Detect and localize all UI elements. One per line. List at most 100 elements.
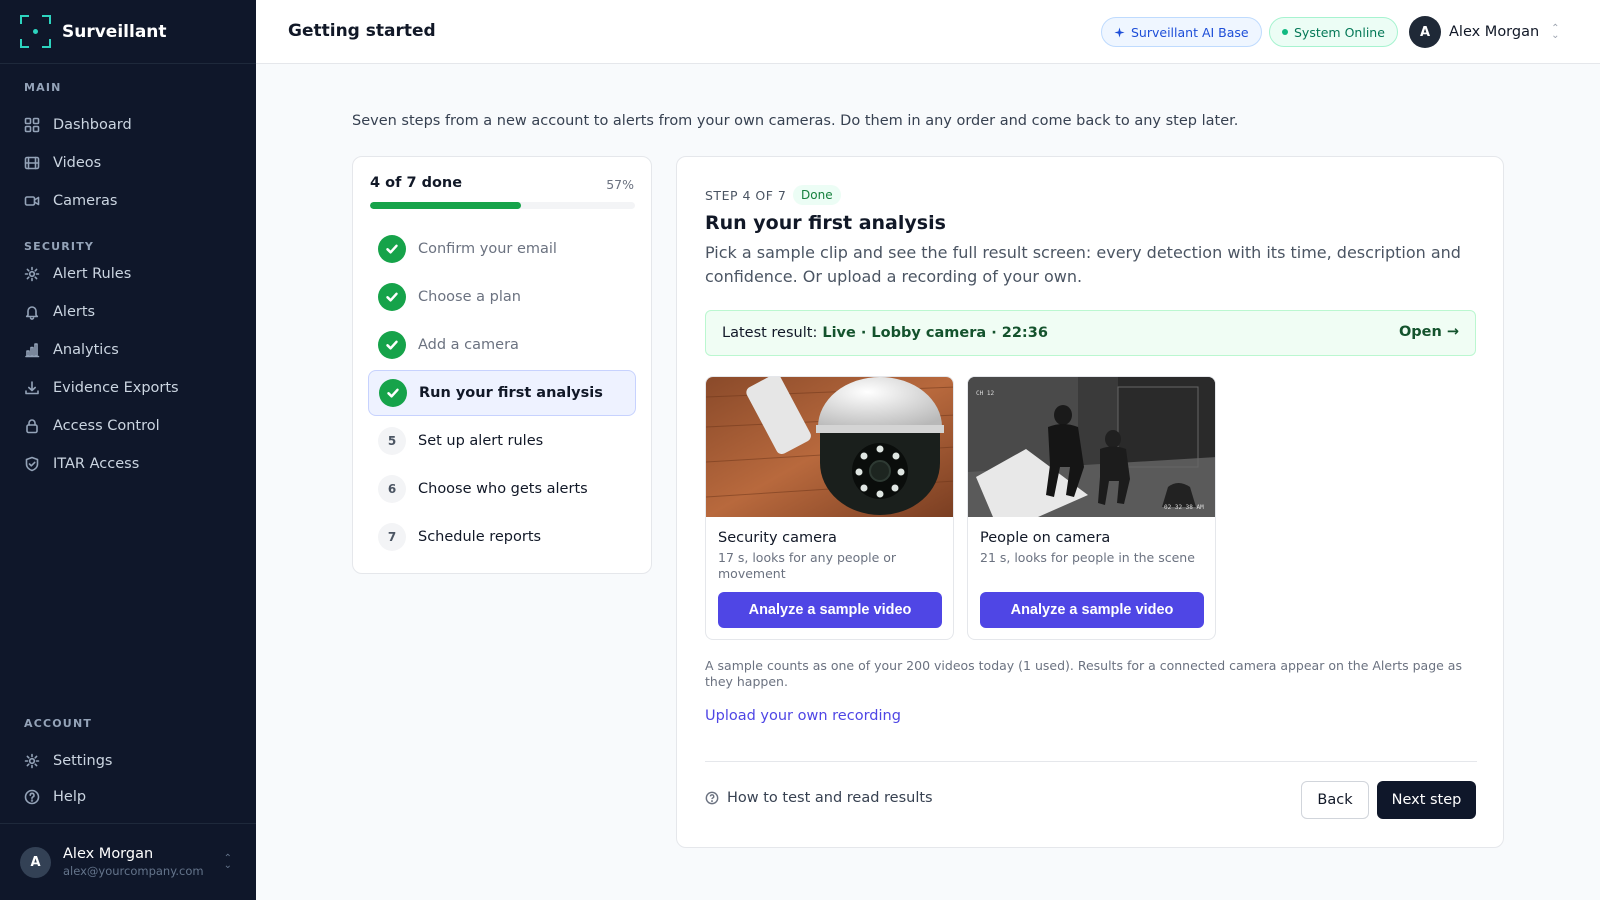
sample-thumbnail-people-on-camera[interactable]: CH 12 02 32 38 AM bbox=[968, 377, 1215, 517]
nav-section-account: ACCOUNT bbox=[24, 717, 93, 730]
step-title: Run your first analysis bbox=[705, 212, 946, 234]
gear-icon bbox=[24, 266, 40, 282]
step-label: Confirm your email bbox=[418, 241, 557, 257]
overlay-timestamp-label: 02 32 38 AM bbox=[1164, 504, 1204, 511]
status-dot-icon bbox=[1282, 29, 1288, 35]
user-name: Alex Morgan bbox=[63, 846, 154, 862]
sidebar-item-label: Cameras bbox=[53, 193, 118, 209]
chevron-up-down-icon: ⌃ ⌄ bbox=[223, 853, 232, 871]
progress-label: 4 of 7 done bbox=[370, 175, 463, 191]
sidebar-item-label: Videos bbox=[53, 155, 102, 171]
sidebar-item-label: Alert Rules bbox=[53, 266, 132, 282]
step-label: Choose a plan bbox=[418, 289, 521, 305]
lock-icon bbox=[26, 419, 38, 434]
divider bbox=[705, 761, 1477, 762]
steps-panel: 4 of 7 done 57% Confirm your email Choose… bbox=[352, 156, 652, 574]
bar-chart-icon bbox=[25, 343, 40, 358]
step-label: Run your first analysis bbox=[419, 385, 603, 401]
progress-bar bbox=[370, 202, 635, 209]
overlay-channel-label: CH 12 bbox=[976, 390, 994, 397]
step-counter: STEP 4 OF 7 bbox=[705, 188, 787, 203]
download-icon bbox=[25, 381, 39, 395]
sample-title: Security camera bbox=[718, 530, 837, 546]
progress-percent: 57% bbox=[606, 177, 634, 192]
user-name: Alex Morgan bbox=[1449, 24, 1540, 40]
sidebar-user-menu[interactable]: A Alex Morgan alex@yourcompany.com ⌃ ⌄ bbox=[0, 823, 256, 900]
step-item[interactable]: 6 Choose who gets alerts bbox=[368, 466, 636, 512]
sample-card-security-camera: Security camera 17 s, looks for any peop… bbox=[705, 376, 954, 640]
status-label: System Online bbox=[1294, 24, 1385, 40]
next-step-button[interactable]: Next step bbox=[1377, 781, 1476, 819]
sidebar-item-alert-rules[interactable]: Alert Rules bbox=[24, 262, 131, 286]
step-item[interactable]: Confirm your email bbox=[368, 226, 636, 272]
topbar: Getting started Surveillant AI Base Syst… bbox=[256, 0, 1600, 64]
avatar: A bbox=[20, 846, 51, 878]
video-camera-icon bbox=[24, 196, 40, 206]
sidebar-item-dashboard[interactable]: Dashboard bbox=[24, 113, 132, 137]
sidebar-item-label: Settings bbox=[53, 753, 113, 769]
check-circle-icon bbox=[378, 283, 406, 311]
sample-thumbnail-security-camera[interactable] bbox=[706, 377, 953, 517]
sample-card-people-on-camera: CH 12 02 32 38 AM People on camera 21 s,… bbox=[967, 376, 1216, 640]
grid-icon bbox=[24, 117, 40, 133]
analyze-sample-video-button[interactable]: Analyze a sample video bbox=[980, 592, 1204, 628]
sidebar-item-itar-access[interactable]: ITAR Access bbox=[24, 452, 139, 476]
how-to-test-help-link[interactable]: How to test and read results bbox=[705, 790, 933, 806]
film-icon bbox=[24, 156, 40, 170]
nav-section-main: MAIN bbox=[24, 81, 62, 94]
sidebar: Surveillant MAIN Dashboard Videos Camera… bbox=[0, 0, 256, 900]
page-title: Getting started bbox=[288, 21, 436, 41]
brand[interactable]: Surveillant bbox=[0, 0, 256, 64]
sidebar-item-settings[interactable]: Settings bbox=[24, 749, 112, 773]
latest-result-banner: Latest result: Live · Lobby camera · 22:… bbox=[705, 310, 1476, 356]
step-number: 7 bbox=[378, 523, 406, 551]
analyze-sample-video-button[interactable]: Analyze a sample video bbox=[718, 592, 942, 628]
brand-name: Surveillant bbox=[62, 21, 167, 42]
check-circle-icon bbox=[378, 331, 406, 359]
step-number: 6 bbox=[378, 475, 406, 503]
status-badge: Done bbox=[793, 185, 841, 205]
sidebar-item-cameras[interactable]: Cameras bbox=[24, 189, 117, 213]
sidebar-item-analytics[interactable]: Analytics bbox=[24, 338, 119, 362]
check-circle-icon bbox=[378, 235, 406, 263]
sidebar-item-label: Alerts bbox=[53, 304, 96, 320]
sidebar-item-label: Analytics bbox=[53, 342, 119, 358]
help-circle-icon bbox=[705, 791, 719, 805]
check-circle-icon bbox=[379, 379, 407, 407]
latest-result-prefix: Latest result: bbox=[722, 325, 818, 341]
latest-result-value: Live · Lobby camera · 22:36 bbox=[822, 325, 1048, 341]
step-item[interactable]: 5 Set up alert rules bbox=[368, 418, 636, 464]
sample-usage-note: A sample counts as one of your 200 video… bbox=[705, 658, 1462, 689]
system-status-badge: System Online bbox=[1269, 17, 1398, 47]
step-number: 5 bbox=[378, 427, 406, 455]
help-link-label: How to test and read results bbox=[727, 790, 933, 806]
sidebar-item-alerts[interactable]: Alerts bbox=[24, 300, 95, 324]
sidebar-item-access-control[interactable]: Access Control bbox=[24, 414, 160, 438]
progress-bar-fill bbox=[370, 202, 522, 209]
back-button[interactable]: Back bbox=[1301, 781, 1369, 819]
ai-badge-label: Surveillant AI Base bbox=[1131, 24, 1249, 40]
sidebar-item-help[interactable]: Help bbox=[24, 785, 86, 809]
topbar-user-menu[interactable]: A Alex Morgan ⌃ ⌄ bbox=[1409, 16, 1560, 48]
open-latest-result-link[interactable]: Open → bbox=[1399, 324, 1459, 340]
step-description: Pick a sample clip and see the full resu… bbox=[705, 243, 1461, 286]
step-item[interactable]: Choose a plan bbox=[368, 274, 636, 320]
sidebar-item-label: Help bbox=[53, 789, 87, 805]
step-item[interactable]: Add a camera bbox=[368, 322, 636, 368]
step-label: Choose who gets alerts bbox=[418, 481, 588, 497]
sidebar-item-videos[interactable]: Videos bbox=[24, 151, 101, 175]
avatar: A bbox=[1409, 16, 1441, 48]
sidebar-item-label: Evidence Exports bbox=[53, 380, 179, 396]
step-item[interactable]: Run your first analysis bbox=[368, 370, 636, 416]
bell-icon bbox=[25, 306, 39, 320]
step-item[interactable]: 7 Schedule reports bbox=[368, 514, 636, 560]
sample-title: People on camera bbox=[980, 530, 1111, 546]
sidebar-item-label: ITAR Access bbox=[53, 456, 140, 472]
sidebar-item-evidence-exports[interactable]: Evidence Exports bbox=[24, 376, 179, 400]
upload-own-recording-link[interactable]: Upload your own recording bbox=[705, 708, 901, 724]
user-email: alex@yourcompany.com bbox=[63, 864, 204, 878]
chevron-up-down-icon: ⌃ ⌄ bbox=[1551, 23, 1560, 41]
gear-icon bbox=[24, 753, 40, 769]
ai-model-badge[interactable]: Surveillant AI Base bbox=[1101, 17, 1262, 47]
brand-logo-icon bbox=[20, 15, 51, 48]
